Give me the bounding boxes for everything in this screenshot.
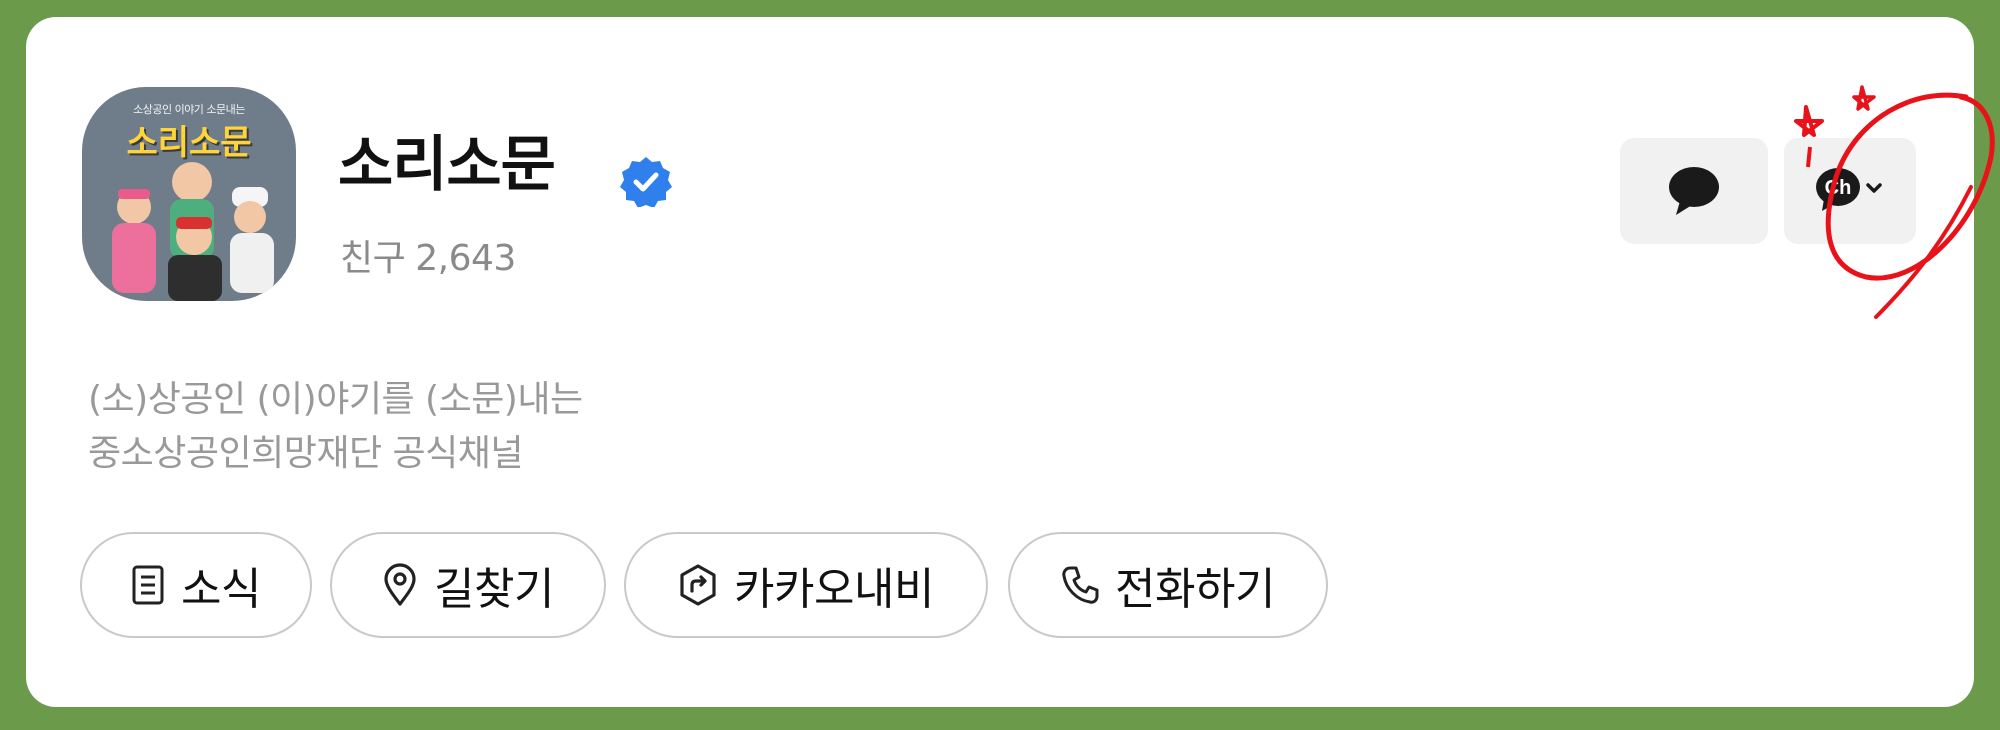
directions-button-label: 길찾기 (434, 564, 554, 615)
directions-button[interactable]: 길찾기 (330, 532, 606, 638)
channel-name: 소리소문 (338, 130, 556, 200)
kakao-navi-button[interactable]: 카카오내비 (624, 532, 988, 638)
description-line: (소)상공인 (이)야기를 (소문)내는 (88, 379, 583, 420)
call-button[interactable]: 전화하기 (1008, 532, 1328, 638)
channel-description: (소)상공인 (이)야기를 (소문)내는 중소상공인희망재단 공식채널 (88, 373, 583, 481)
red-star-icon (1852, 85, 1876, 111)
kakao-navi-button-label: 카카오내비 (734, 564, 934, 615)
avatar-illustration (112, 162, 274, 301)
channel-profile-card: 소상공인 이야기 소문내는 소리소문 소리소문 친구 2,643 (소)상공인 ( (26, 17, 1995, 707)
document-icon (132, 565, 164, 605)
channel-avatar[interactable]: 소상공인 이야기 소문내는 소리소문 (82, 87, 296, 301)
description-line: 중소상공인희망재단 공식채널 (88, 433, 524, 474)
chevron-down-icon (1866, 183, 1882, 193)
ch-channel-icon: Ch (1816, 168, 1882, 211)
channel-menu-button[interactable]: Ch (1784, 138, 1916, 244)
chat-button[interactable] (1620, 138, 1768, 244)
friends-label: 친구 (340, 238, 406, 279)
navi-hex-icon (680, 564, 716, 606)
news-button-label: 소식 (181, 564, 261, 615)
news-button[interactable]: 소식 (80, 532, 312, 638)
speech-bubble-icon (1669, 167, 1719, 215)
friends-count: 2,643 (415, 238, 516, 279)
call-button-label: 전화하기 (1115, 564, 1275, 615)
map-pin-icon (384, 563, 416, 606)
phone-icon (1062, 566, 1099, 604)
verified-badge-icon (620, 157, 672, 207)
friends-count-row: 친구 2,643 (340, 229, 516, 281)
svg-text:Ch: Ch (1825, 177, 1852, 199)
